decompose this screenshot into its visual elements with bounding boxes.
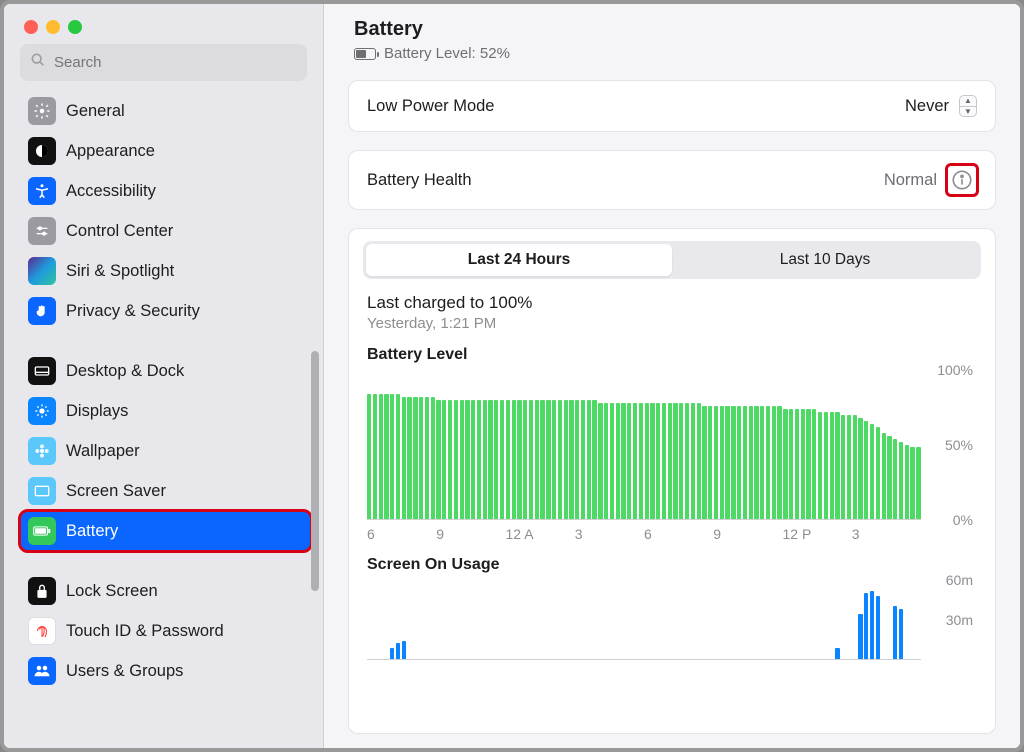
last-charged-time: Yesterday, 1:21 PM: [367, 315, 977, 332]
sidebar-item-label: Accessibility: [66, 182, 156, 201]
sidebar-item-screen-saver[interactable]: Screen Saver: [20, 471, 311, 511]
settings-window: General Appearance Accessibility Control…: [0, 0, 1024, 752]
battery-health-info-button[interactable]: [947, 165, 977, 195]
siri-icon: [28, 257, 56, 285]
sidebar-item-touch-id[interactable]: Touch ID & Password: [20, 611, 311, 651]
sidebar-item-label: Appearance: [66, 142, 155, 161]
sidebar-item-siri[interactable]: Siri & Spotlight: [20, 251, 311, 291]
search-input[interactable]: [54, 54, 297, 71]
y-axis: 60m 30m: [921, 580, 977, 660]
screen-on-usage-chart: Screen On Usage 60m 30m: [349, 542, 995, 660]
sidebar-item-general[interactable]: General: [20, 91, 311, 131]
search-field[interactable]: [20, 44, 307, 81]
sliders-icon: [28, 217, 56, 245]
sun-icon: [28, 397, 56, 425]
last-charged-title: Last charged to 100%: [367, 293, 977, 313]
sidebar-item-lock-screen[interactable]: Lock Screen: [20, 571, 311, 611]
sidebar-item-label: Desktop & Dock: [66, 362, 184, 381]
fullscreen-button[interactable]: [68, 20, 82, 34]
battery-level-bars: [367, 370, 921, 519]
screen-on-bars: [367, 580, 921, 659]
sidebar-item-accessibility[interactable]: Accessibility: [20, 171, 311, 211]
info-icon: [951, 169, 973, 191]
y-axis: 100% 50% 0%: [921, 370, 977, 520]
sidebar-item-label: General: [66, 102, 125, 121]
sidebar-item-label: Lock Screen: [66, 582, 158, 601]
low-power-mode-value: Never: [905, 97, 949, 116]
dock-icon: [28, 357, 56, 385]
last-charged-info: Last charged to 100% Yesterday, 1:21 PM: [349, 279, 995, 332]
usage-card: Last 24 Hours Last 10 Days Last charged …: [348, 228, 996, 734]
sidebar-scrollbar[interactable]: [311, 351, 319, 591]
sidebar-item-label: Wallpaper: [66, 442, 140, 461]
battery-level-chart: Battery Level 100% 50% 0% 6912 A36912 P3: [349, 332, 995, 542]
hand-icon: [28, 297, 56, 325]
appearance-icon: [28, 137, 56, 165]
sidebar-item-battery[interactable]: Battery: [20, 511, 311, 551]
sidebar: General Appearance Accessibility Control…: [4, 4, 324, 748]
low-power-mode-row[interactable]: Low Power Mode Never ▲▼: [348, 80, 996, 132]
x-axis: 6912 A36912 P3: [367, 520, 977, 542]
traffic-lights: [4, 4, 323, 44]
users-icon: [28, 657, 56, 685]
sidebar-item-appearance[interactable]: Appearance: [20, 131, 311, 171]
page-header: Battery Battery Level: 52%: [348, 18, 996, 62]
content-pane: Battery Battery Level: 52% Low Power Mod…: [324, 4, 1020, 748]
tab-last-10-days[interactable]: Last 10 Days: [672, 244, 978, 276]
low-power-mode-label: Low Power Mode: [367, 97, 494, 116]
chart-title: Battery Level: [367, 346, 977, 364]
search-icon: [30, 52, 46, 73]
sidebar-item-label: Siri & Spotlight: [66, 262, 174, 281]
lock-icon: [28, 577, 56, 605]
sidebar-item-label: Users & Groups: [66, 662, 183, 681]
time-range-tabs: Last 24 Hours Last 10 Days: [363, 241, 981, 279]
gear-icon: [28, 97, 56, 125]
sidebar-item-control-center[interactable]: Control Center: [20, 211, 311, 251]
sidebar-item-label: Screen Saver: [66, 482, 166, 501]
flower-icon: [28, 437, 56, 465]
accessibility-icon: [28, 177, 56, 205]
battery-level-text: Battery Level: 52%: [384, 45, 510, 62]
battery-icon: [28, 517, 56, 545]
battery-health-row: Battery Health Normal: [348, 150, 996, 210]
sidebar-item-desktop-dock[interactable]: Desktop & Dock: [20, 351, 311, 391]
fingerprint-icon: [28, 617, 56, 645]
sidebar-item-label: Displays: [66, 402, 128, 421]
chart-title: Screen On Usage: [367, 556, 977, 574]
dropdown-stepper[interactable]: ▲▼: [959, 95, 977, 117]
sidebar-item-users-groups[interactable]: Users & Groups: [20, 651, 311, 691]
battery-health-value: Normal: [884, 171, 937, 190]
sidebar-item-label: Touch ID & Password: [66, 622, 224, 641]
page-title: Battery: [354, 18, 996, 41]
screensaver-icon: [28, 477, 56, 505]
minimize-button[interactable]: [46, 20, 60, 34]
sidebar-item-label: Battery: [66, 522, 118, 541]
sidebar-item-wallpaper[interactable]: Wallpaper: [20, 431, 311, 471]
sidebar-item-privacy[interactable]: Privacy & Security: [20, 291, 311, 331]
sidebar-item-displays[interactable]: Displays: [20, 391, 311, 431]
battery-health-label: Battery Health: [367, 171, 472, 190]
close-button[interactable]: [24, 20, 38, 34]
sidebar-item-label: Control Center: [66, 222, 173, 241]
battery-level-icon: [354, 48, 376, 60]
sidebar-item-label: Privacy & Security: [66, 302, 200, 321]
tab-last-24-hours[interactable]: Last 24 Hours: [366, 244, 672, 276]
sidebar-list: General Appearance Accessibility Control…: [4, 91, 323, 748]
